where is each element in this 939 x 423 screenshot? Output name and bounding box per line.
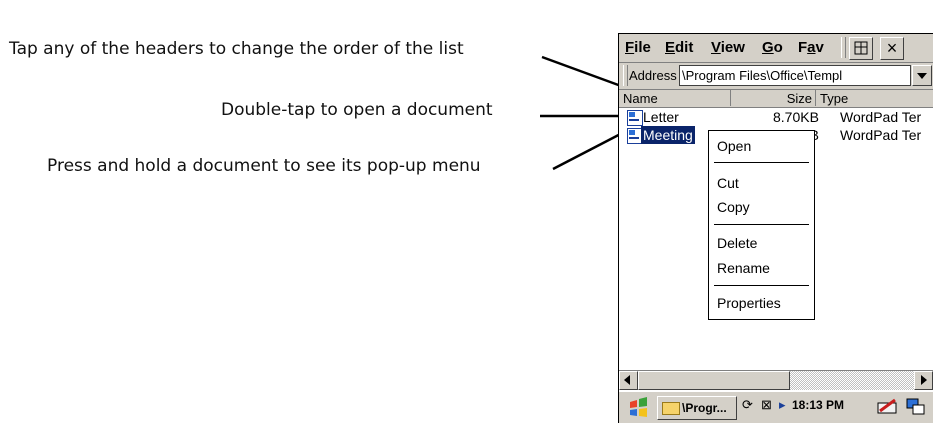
taskbar-label: \Progr... (682, 401, 727, 415)
file-name: Meeting (641, 126, 695, 144)
context-menu-rename[interactable]: Rename (717, 260, 770, 276)
scroll-left-button[interactable] (619, 371, 638, 390)
context-menu-delete[interactable]: Delete (717, 235, 757, 251)
close-button[interactable]: × (880, 37, 904, 60)
taskbar-explorer-button[interactable]: \Progr... (657, 396, 737, 420)
context-menu-properties[interactable]: Properties (717, 295, 781, 311)
toolbar-icon (854, 41, 868, 55)
menu-go[interactable]: Go (762, 39, 783, 56)
tray-arrow-icon: ▸ (779, 397, 786, 412)
address-bar: Address \Program Files\Office\Templ (619, 63, 933, 90)
scroll-thumb[interactable] (638, 371, 790, 390)
menu-edit[interactable]: Edit (665, 39, 693, 56)
context-menu: Open Cut Copy Delete Rename Properties (708, 130, 815, 320)
menu-favorites[interactable]: Fav (798, 39, 824, 56)
header-name[interactable]: Name (619, 90, 731, 106)
menu-bar: File Edit View Go Fav × (619, 34, 933, 63)
list-item[interactable]: Letter 8.70KB WordPad Ter (619, 108, 933, 126)
file-type: WordPad Ter (840, 109, 922, 125)
file-type: WordPad Ter (840, 127, 922, 143)
connection-icon[interactable]: ⊠ (761, 397, 772, 413)
header-type[interactable]: Type (816, 90, 933, 106)
menu-separator (714, 224, 809, 225)
address-dropdown-button[interactable] (912, 65, 932, 86)
address-input[interactable]: \Program Files\Office\Templ (679, 65, 911, 86)
taskbar: \Progr... ⟳ ⊠ ▸ 18:13 PM (619, 391, 933, 423)
scroll-right-button[interactable] (914, 371, 933, 390)
menu-separator (714, 162, 809, 163)
context-menu-copy[interactable]: Copy (717, 199, 750, 215)
clock[interactable]: 18:13 PM (792, 398, 844, 412)
header-size[interactable]: Size (731, 90, 816, 106)
wordpad-document-icon (627, 110, 643, 126)
horizontal-scrollbar[interactable] (619, 370, 933, 390)
menubar-grip[interactable] (841, 37, 846, 58)
list-header: Name Size Type (619, 90, 933, 108)
input-panel-icon[interactable] (877, 397, 899, 417)
file-name: Letter (643, 109, 679, 125)
device-screen: File Edit View Go Fav × Address \Program… (618, 33, 933, 423)
menu-file[interactable]: File (625, 39, 651, 56)
context-menu-cut[interactable]: Cut (717, 175, 739, 191)
toolbar-button[interactable] (849, 37, 873, 60)
menu-view[interactable]: View (711, 39, 745, 56)
sync-icon[interactable]: ⟳ (742, 397, 753, 413)
desktop-switch-icon[interactable] (906, 397, 926, 417)
start-windows-icon[interactable] (627, 396, 651, 420)
address-label: Address (629, 68, 677, 83)
context-menu-open[interactable]: Open (717, 138, 751, 154)
addressbar-grip[interactable] (623, 65, 628, 86)
file-size: 8.70KB (773, 109, 819, 125)
menu-separator (714, 285, 809, 286)
folder-icon (662, 402, 680, 415)
